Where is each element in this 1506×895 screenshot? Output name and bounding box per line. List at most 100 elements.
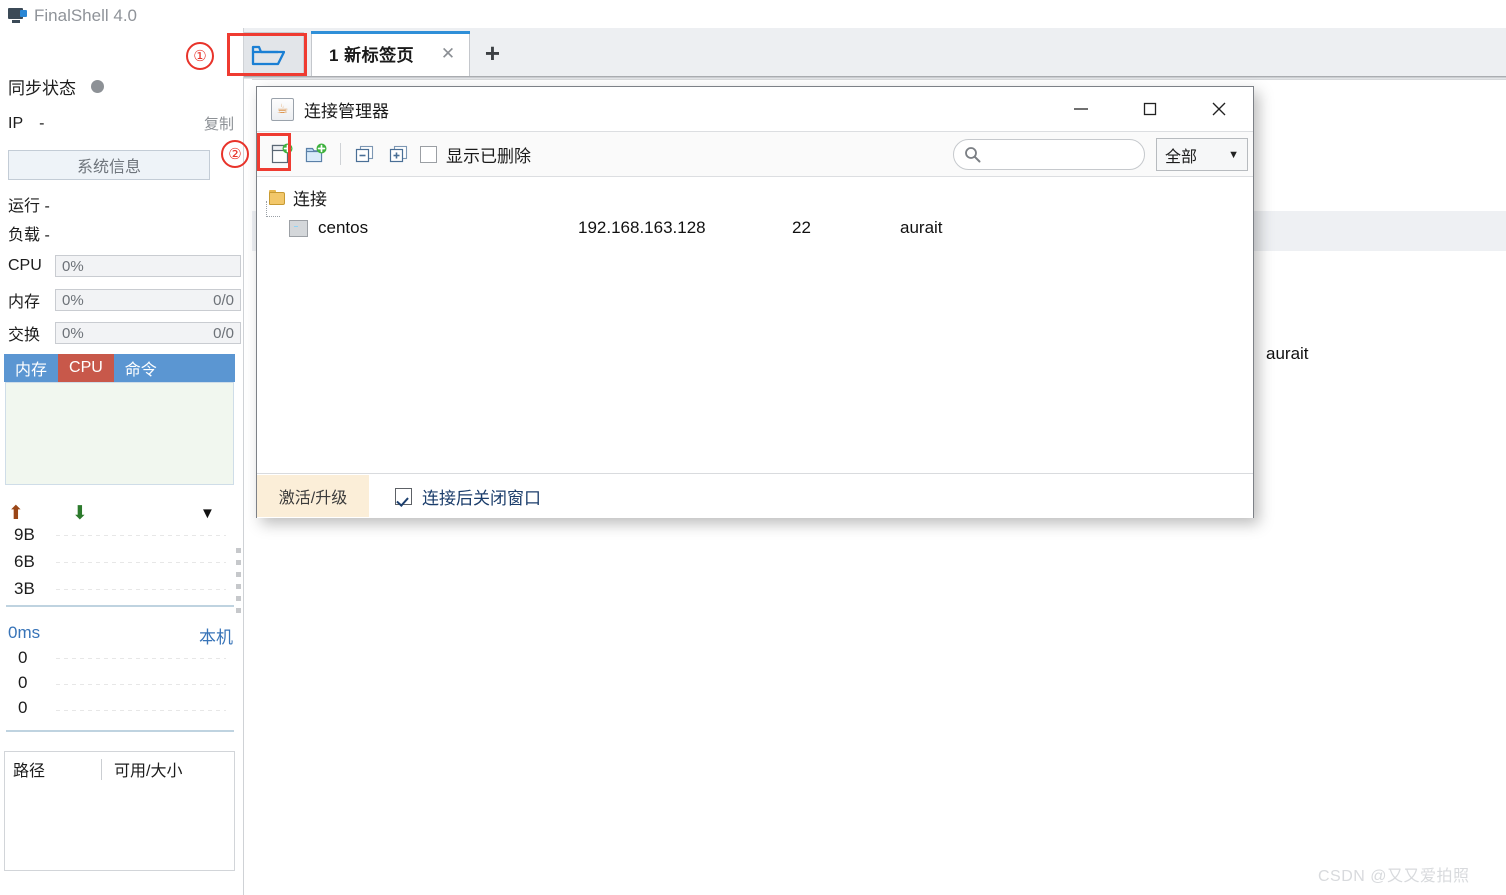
- chevron-down-icon[interactable]: ▼: [200, 506, 215, 521]
- sidebar: 同步状态 IP - 复制 系统信息 运行 - 负载 - CPU 0% 内存 0%…: [0, 28, 243, 895]
- activate-upgrade-button[interactable]: 激活/升级: [257, 475, 369, 517]
- search-icon: [965, 147, 981, 163]
- connection-host: 192.168.163.128: [578, 218, 706, 237]
- new-tab-button[interactable]: +: [471, 31, 514, 76]
- panel-top-divider: [252, 79, 1506, 80]
- app-window: FinalShell 4.0 aurait 1 新标签页 ✕ + 同步状态 IP…: [0, 0, 1506, 895]
- dialog-title: 连接管理器: [304, 101, 389, 121]
- arrow-up-icon: ⬆: [8, 503, 24, 524]
- close-after-connect-label: 连接后关闭窗口: [422, 488, 541, 508]
- dialog-title-bar[interactable]: ☕ 连接管理器: [257, 87, 1253, 131]
- memory-meter: 0% 0/0: [55, 289, 241, 311]
- connection-manager-dialog: ☕ 连接管理器 显示已删除 全部 ▼ 连接 centos 192.168.163…: [256, 86, 1254, 518]
- dialog-footer: 激活/升级 连接后关闭窗口: [257, 473, 1253, 518]
- latency-y-label-1: 0: [18, 673, 28, 692]
- connection-name: centos: [318, 218, 369, 237]
- monitor-icon: [8, 8, 27, 24]
- ip-value: -: [39, 114, 45, 132]
- java-icon: ☕: [271, 97, 294, 121]
- latency-graph: 0 0 0: [6, 648, 234, 732]
- table-row[interactable]: centos 192.168.163.128 22 aurait: [269, 213, 1253, 243]
- annotation-marker-2: ②: [221, 140, 249, 168]
- tab-cpu[interactable]: CPU: [58, 354, 114, 382]
- sync-status-row: 同步状态: [8, 74, 104, 99]
- latency-target: 本机: [199, 628, 233, 647]
- tab-commands[interactable]: 命令: [114, 354, 168, 382]
- tree-guide-line: [266, 201, 268, 217]
- search-input[interactable]: [987, 145, 1131, 164]
- collapse-icon[interactable]: [348, 139, 382, 169]
- path-table: 路径 可用/大小: [4, 751, 235, 871]
- annotation-rect-1: [227, 33, 307, 76]
- cpu-meter-percent: 0%: [62, 257, 84, 275]
- path-column-header: 路径: [13, 763, 46, 780]
- latency-y-label-2: 0: [18, 698, 28, 717]
- show-deleted-checkbox[interactable]: [420, 145, 437, 163]
- sync-status-label: 同步状态: [8, 79, 76, 98]
- cpu-meter: 0%: [55, 255, 241, 277]
- latency-value: 0ms: [8, 623, 41, 642]
- close-icon[interactable]: ✕: [439, 44, 457, 62]
- system-info-button[interactable]: 系统信息: [8, 150, 210, 180]
- app-title: FinalShell 4.0: [8, 6, 137, 26]
- uptime-row: 运行 -: [8, 192, 50, 216]
- expand-icon[interactable]: [382, 139, 416, 169]
- ip-label: IP: [8, 114, 24, 132]
- swap-meter-detail: 0/0: [213, 324, 234, 342]
- tab-new-tab[interactable]: 1 新标签页 ✕: [311, 31, 470, 76]
- tab-strip-shadow: [244, 76, 1506, 79]
- cpu-meter-row: CPU 0%: [8, 255, 241, 277]
- uptime-value: -: [44, 198, 50, 215]
- net-y-label-1: 6B: [14, 552, 35, 571]
- arrow-down-icon: ⬇: [72, 503, 88, 524]
- net-y-label-2: 3B: [14, 579, 35, 598]
- close-icon[interactable]: [1184, 87, 1253, 131]
- app-title-label: FinalShell 4.0: [34, 6, 138, 25]
- net-y-label-0: 9B: [14, 525, 35, 544]
- show-deleted-label: 显示已删除: [446, 146, 531, 166]
- memory-meter-detail: 0/0: [213, 291, 234, 309]
- new-folder-icon[interactable]: [299, 139, 333, 169]
- connection-port: 22: [792, 218, 811, 237]
- chevron-down-icon: ▼: [1228, 148, 1239, 161]
- load-row: 负载 -: [8, 221, 50, 245]
- swap-meter-row: 交换 0% 0/0: [8, 321, 241, 345]
- tab-label: 1 新标签页: [329, 46, 415, 65]
- latency-y-label-0: 0: [18, 648, 28, 667]
- maximize-icon[interactable]: [1115, 87, 1184, 131]
- load-value: -: [44, 227, 50, 244]
- minimize-icon[interactable]: [1046, 87, 1115, 131]
- folder-icon: [269, 190, 285, 205]
- sidebar-scrollbar[interactable]: [236, 548, 241, 613]
- watermark: CSDN @又又爱拍照: [1318, 868, 1470, 885]
- terminal-icon: [289, 219, 308, 237]
- tab-memory[interactable]: 内存: [4, 354, 58, 382]
- toolbar-separator: [340, 143, 341, 165]
- filter-value: 全部: [1165, 148, 1198, 166]
- dialog-toolbar: 显示已删除 全部 ▼: [257, 131, 1253, 177]
- load-label: 负载: [8, 227, 41, 244]
- connection-tree: 连接 centos 192.168.163.128 22 aurait: [257, 177, 1253, 473]
- window-controls: [1046, 87, 1253, 131]
- status-dot: [91, 80, 104, 93]
- size-column-header: 可用/大小: [114, 763, 183, 780]
- swap-meter: 0% 0/0: [55, 322, 241, 344]
- copy-button[interactable]: 复制: [204, 113, 234, 134]
- search-box[interactable]: [953, 139, 1145, 170]
- tree-root-node[interactable]: 连接: [269, 185, 327, 210]
- monitor-chart-panel: [5, 382, 234, 485]
- uptime-label: 运行: [8, 198, 41, 215]
- cpu-meter-label: CPU: [8, 257, 42, 274]
- filter-dropdown[interactable]: 全部 ▼: [1156, 138, 1248, 171]
- close-after-connect-checkbox[interactable]: [395, 487, 412, 505]
- swap-meter-percent: 0%: [62, 324, 84, 342]
- memory-meter-row: 内存 0% 0/0: [8, 288, 241, 312]
- path-table-header: 路径 可用/大小: [5, 752, 234, 786]
- annotation-rect-2: [257, 133, 291, 171]
- memory-meter-percent: 0%: [62, 291, 84, 309]
- memory-meter-label: 内存: [8, 294, 41, 311]
- network-graph: 9B 6B 3B: [6, 525, 234, 607]
- connection-user: aurait: [900, 218, 943, 237]
- annotation-marker-1: ①: [186, 42, 214, 70]
- monitor-tabs: 内存 CPU 命令: [4, 354, 235, 382]
